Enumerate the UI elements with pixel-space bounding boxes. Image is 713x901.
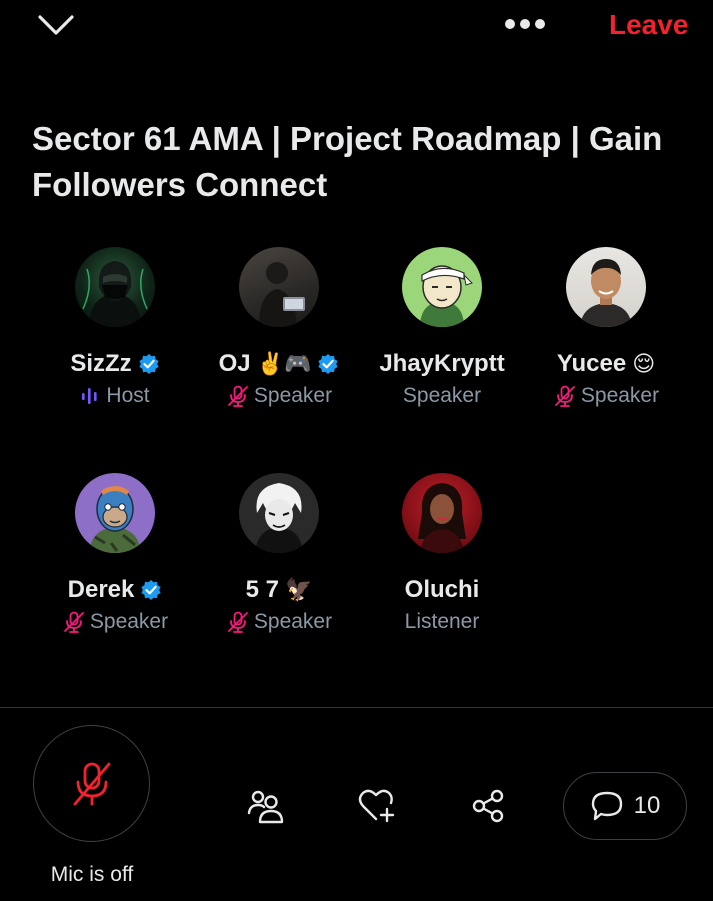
participant-name: 5 7 xyxy=(245,576,279,603)
people-icon xyxy=(247,790,284,824)
participant-role: Speaker xyxy=(253,384,333,407)
participant-name: Oluchi xyxy=(404,576,480,603)
avatar xyxy=(75,247,155,327)
host-audio-icon xyxy=(82,388,98,404)
participant-role: Speaker xyxy=(402,384,482,407)
comments-button[interactable]: 10 xyxy=(563,772,687,840)
verified-badge-icon xyxy=(139,354,159,374)
avatar xyxy=(402,247,482,327)
avatar xyxy=(566,247,646,327)
divider xyxy=(0,707,713,708)
participant-card[interactable]: SizZz Host xyxy=(33,247,197,411)
mic-status-label: Mic is off xyxy=(50,863,134,886)
verified-badge-icon xyxy=(318,354,339,374)
more-options-icon[interactable] xyxy=(505,17,551,31)
participant-name: JhayKryptt xyxy=(379,350,505,377)
participant-name: Yucee xyxy=(556,350,627,377)
comment-icon xyxy=(591,791,622,821)
name-emoji: ✌️🎮 xyxy=(256,351,312,376)
mic-muted-icon xyxy=(63,611,84,633)
mic-muted-icon xyxy=(227,385,248,407)
avatar xyxy=(75,473,155,553)
mic-muted-icon xyxy=(227,611,248,633)
participant-role: Speaker xyxy=(580,384,660,407)
mic-muted-icon xyxy=(554,385,575,407)
participant-card[interactable]: Yucee 😌 Speaker xyxy=(524,247,688,411)
participant-name: SizZz xyxy=(70,350,132,377)
verified-badge-icon xyxy=(141,580,161,600)
comments-count: 10 xyxy=(633,792,661,819)
share-button[interactable] xyxy=(468,786,508,826)
participant-card[interactable]: OJ ✌️🎮 Speaker xyxy=(197,247,361,411)
react-button[interactable] xyxy=(357,786,397,826)
participant-role: Listener xyxy=(404,610,480,633)
avatar xyxy=(402,473,482,553)
heart-plus-icon xyxy=(358,789,395,823)
name-emoji: 😌 xyxy=(632,351,656,376)
chevron-down-icon[interactable] xyxy=(37,12,75,38)
participant-card[interactable]: Derek Speaker xyxy=(33,473,197,637)
avatar xyxy=(239,247,319,327)
participant-name: OJ xyxy=(218,350,251,377)
participant-role: Speaker xyxy=(89,610,169,633)
participant-role: Host xyxy=(106,384,150,407)
participants-button[interactable] xyxy=(245,786,285,826)
name-emoji: 🦅 xyxy=(284,577,313,602)
space-title: Sector 61 AMA | Project Roadmap | Gain F… xyxy=(32,120,663,203)
participant-card[interactable]: JhayKryptt Speaker xyxy=(360,247,524,411)
top-bar: Leave xyxy=(0,0,713,56)
leave-button[interactable]: Leave xyxy=(609,9,688,41)
participant-name: Derek xyxy=(67,576,135,603)
share-icon xyxy=(472,789,504,823)
participant-card[interactable]: Oluchi Listener xyxy=(360,473,524,637)
mic-off-icon xyxy=(73,762,110,805)
mic-toggle-button[interactable] xyxy=(33,725,150,842)
participant-role: Speaker xyxy=(253,610,333,633)
avatar xyxy=(239,473,319,553)
participant-card[interactable]: 5 7 🦅 Speaker xyxy=(197,473,361,637)
